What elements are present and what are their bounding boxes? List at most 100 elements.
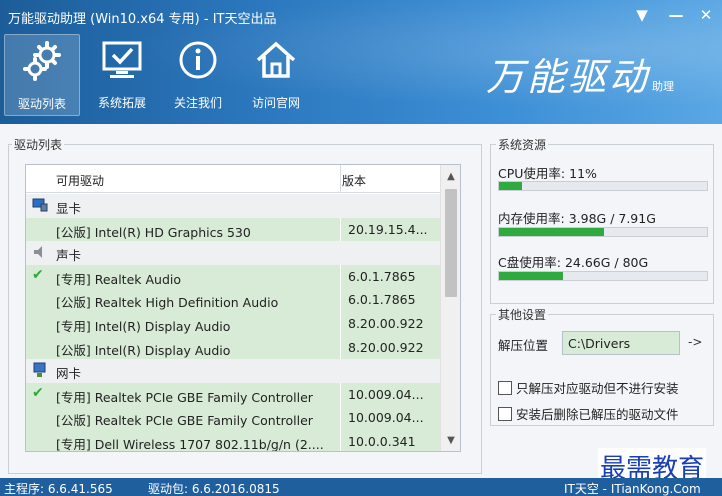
driver-version: 8.20.00.922 <box>348 339 424 355</box>
tool-follow-us-label: 关注我们 <box>173 96 222 110</box>
title-bar: 万能驱动助理 (Win10.x64 专用) - IT天空出品 ▼ — ✕ <box>0 0 722 30</box>
driver-version: 10.009.04... <box>348 386 424 402</box>
brand-logo: 万能驱动 助理 <box>486 46 674 101</box>
column-divider <box>340 165 341 193</box>
extract-path-input[interactable] <box>562 331 680 355</box>
driver-list[interactable]: 可用驱动 版本 显卡 [公版] Intel(R) HD Graphics 530 2… <box>25 164 461 452</box>
scroll-up-icon[interactable]: ▲ <box>445 171 457 183</box>
tool-visit-site-label: 访问官网 <box>251 96 300 110</box>
cpu-usage-label: CPU使用率: <box>498 166 566 181</box>
cpu-usage: CPU使用率: 11% <box>498 163 597 182</box>
memory-usage-value: 3.98G / 7.91G <box>568 211 656 226</box>
gears-icon <box>23 41 61 81</box>
option-extract-only-checkbox[interactable] <box>498 381 512 395</box>
brand-main-text: 万能驱动 <box>486 55 651 99</box>
info-icon <box>179 41 217 79</box>
disk-usage: C盘使用率: 24.66G / 80G <box>498 252 648 271</box>
close-icon[interactable]: ✕ <box>694 4 718 26</box>
tool-system-extension[interactable]: 系统拓展 <box>84 34 160 116</box>
tool-visit-site[interactable]: 访问官网 <box>238 34 314 116</box>
driver-row[interactable]: ✔ [专用] Realtek Audio 6.0.1.7865 <box>26 264 440 289</box>
package-version: 驱动包: 6.6.2016.0815 <box>148 482 280 496</box>
driver-row[interactable]: [公版] Intel(R) HD Graphics 530 20.19.15.4.… <box>26 217 440 242</box>
tool-driver-list[interactable]: 驱动列表 <box>4 34 80 116</box>
browse-button[interactable]: -> <box>688 335 702 349</box>
scrollbar[interactable]: ▲ ▼ <box>440 165 460 451</box>
category-name: 显卡 <box>56 201 82 216</box>
driver-row[interactable]: [专用] Dell Wireless 1707 802.11b/g/n (2..… <box>26 430 440 452</box>
category-name: 声卡 <box>56 248 82 264</box>
scroll-thumb[interactable] <box>445 189 457 297</box>
memory-usage-label: 内存使用率: <box>498 211 565 226</box>
header: 万能驱动助理 (Win10.x64 专用) - IT天空出品 ▼ — ✕ 驱动列… <box>0 0 722 124</box>
window-title: 万能驱动助理 (Win10.x64 专用) - IT天空出品 <box>8 12 277 27</box>
driver-row[interactable]: ✔ [专用] Realtek PCIe GBE Family Controller… <box>26 382 440 407</box>
driver-name: [公版] Intel(R) HD Graphics 530 <box>56 224 251 240</box>
tool-follow-us[interactable]: 关注我们 <box>160 34 236 116</box>
home-icon <box>256 41 296 78</box>
resources-title: 系统资源 <box>496 136 549 153</box>
check-icon[interactable]: ✔ <box>32 267 48 283</box>
column-separator <box>340 264 341 289</box>
option-delete-after-checkbox[interactable] <box>498 407 512 421</box>
driver-name: [专用] Intel(R) Display Audio <box>56 319 231 334</box>
column-separator <box>340 335 341 360</box>
tool-driver-list-label: 驱动列表 <box>17 97 66 111</box>
cpu-usage-fill <box>499 182 522 190</box>
column-separator <box>340 217 341 242</box>
driver-list-header: 可用驱动 版本 <box>26 165 440 193</box>
driver-version: 6.0.1.7865 <box>348 292 416 308</box>
driver-version: 20.19.15.4... <box>348 221 428 237</box>
driver-version: 10.009.04... <box>348 410 424 426</box>
category-row[interactable]: 声卡 <box>26 241 440 265</box>
display-icon <box>32 197 48 213</box>
category-name: 网卡 <box>56 366 82 382</box>
option-delete-after-label: 安装后删除已解压的驱动文件 <box>516 407 679 422</box>
cpu-usage-value: 11% <box>569 166 597 181</box>
column-separator <box>340 288 341 312</box>
column-separator <box>340 406 341 430</box>
driver-version: 10.0.0.341 <box>348 434 416 449</box>
option-extract-only-label: 只解压对应驱动但不进行安装 <box>516 381 679 396</box>
cpu-usage-bar <box>498 181 708 191</box>
network-icon <box>32 362 48 378</box>
category-row[interactable]: 显卡 <box>26 194 440 218</box>
driver-name: [专用] Realtek PCIe GBE Family Controller <box>56 389 313 405</box>
disk-usage-label: C盘使用率: <box>498 255 561 270</box>
driver-row[interactable]: [公版] Realtek PCIe GBE Family Controller 1… <box>26 406 440 430</box>
driver-version: 6.0.1.7865 <box>348 268 416 284</box>
driver-name: [专用] Realtek Audio <box>56 271 182 287</box>
option-extract-only[interactable]: 只解压对应驱动但不进行安装 <box>498 378 679 397</box>
memory-usage: 内存使用率: 3.98G / 7.91G <box>498 208 656 227</box>
driver-name: [专用] Dell Wireless 1707 802.11b/g/n (2..… <box>56 437 324 452</box>
driver-row[interactable]: [公版] Realtek High Definition Audio 6.0.1.… <box>26 288 440 312</box>
column-header-version[interactable]: 版本 <box>342 172 366 189</box>
disk-usage-bar <box>498 271 708 281</box>
status-bar: 主程序: 6.6.41.565 驱动包: 6.6.2016.0815 IT天空 … <box>0 478 722 496</box>
column-header-driver[interactable]: 可用驱动 <box>56 172 104 189</box>
memory-usage-fill <box>499 228 604 236</box>
category-row[interactable]: 网卡 <box>26 359 440 383</box>
column-separator <box>340 382 341 407</box>
driver-name: [公版] Realtek PCIe GBE Family Controller <box>56 413 313 429</box>
tool-system-extension-label: 系统拓展 <box>97 96 146 110</box>
disk-usage-fill <box>499 272 563 280</box>
check-icon[interactable]: ✔ <box>32 385 48 401</box>
driver-row[interactable]: [专用] Intel(R) Display Audio 8.20.00.922 <box>26 312 440 336</box>
settings-title: 其他设置 <box>496 306 549 323</box>
brand-sub-text: 助理 <box>652 80 675 93</box>
driver-row[interactable]: [公版] Intel(R) Display Audio 8.20.00.922 <box>26 335 440 360</box>
minimize-icon[interactable]: — <box>664 4 688 26</box>
disk-usage-value: 24.66G / 80G <box>564 255 649 270</box>
driver-name: [公版] Realtek High Definition Audio <box>56 295 279 311</box>
monitor-check-icon <box>102 41 142 78</box>
speaker-icon <box>32 244 48 260</box>
status-site-link[interactable]: IT天空 - ITianKong.Com <box>564 480 701 496</box>
column-separator <box>340 430 341 451</box>
option-delete-after[interactable]: 安装后删除已解压的驱动文件 <box>498 404 679 423</box>
driver-version: 8.20.00.922 <box>348 316 424 331</box>
menu-icon[interactable]: ▼ <box>630 4 654 26</box>
main-version: 主程序: 6.6.41.565 <box>4 482 113 496</box>
scroll-down-icon[interactable]: ▼ <box>445 435 457 447</box>
driver-list-title: 驱动列表 <box>12 136 65 153</box>
